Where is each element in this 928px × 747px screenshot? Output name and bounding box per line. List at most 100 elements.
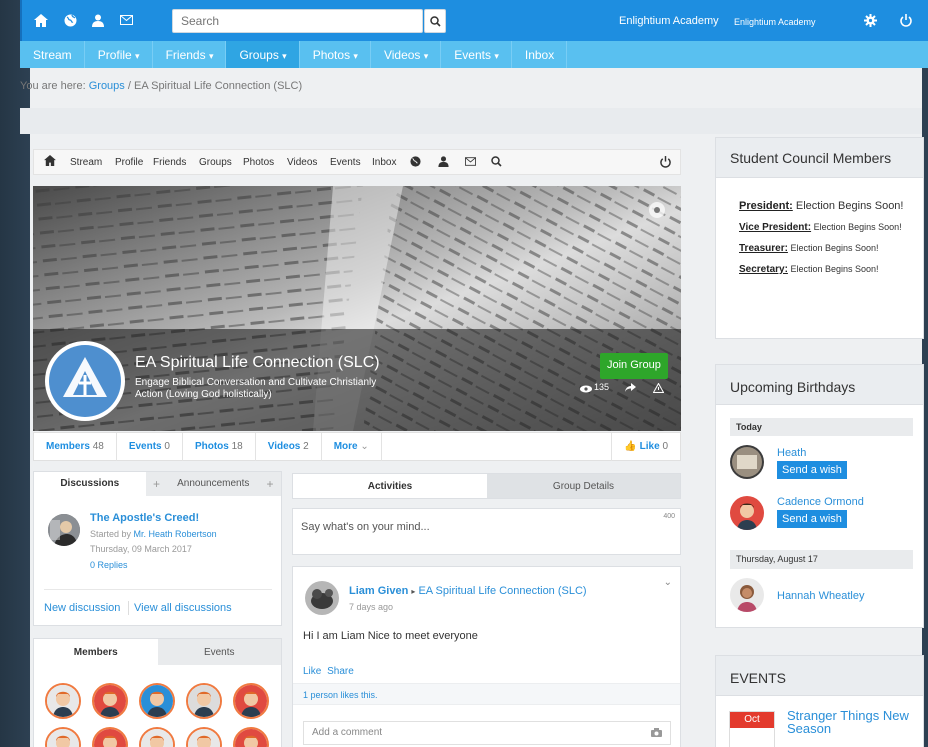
subnav-profile[interactable]: Profile xyxy=(115,157,143,168)
member-avatar[interactable] xyxy=(139,683,175,719)
report-icon[interactable] xyxy=(653,383,664,393)
post-share-link[interactable]: Share xyxy=(327,666,354,677)
member-avatar[interactable] xyxy=(186,683,222,719)
new-discussion-link[interactable]: New discussion xyxy=(44,602,120,614)
user-icon[interactable] xyxy=(88,10,108,30)
tab-photos[interactable]: Photos 18 xyxy=(183,433,256,461)
like-group-button[interactable]: 👍 Like 0 xyxy=(611,433,680,461)
tab-members-list[interactable]: Members xyxy=(34,639,158,665)
tab-discussions[interactable]: Discussions xyxy=(34,472,146,496)
council-row-treasurer: Treasurer: Election Begins Soon! xyxy=(739,243,879,254)
globe-icon[interactable] xyxy=(410,156,421,167)
member-avatar[interactable] xyxy=(233,727,269,747)
status-composer[interactable]: Say what's on your mind... 400 xyxy=(292,508,681,555)
user-name-small-link[interactable]: Enlightium Academy xyxy=(734,17,816,27)
student-council-panel: Student Council Members President: Elect… xyxy=(715,137,924,339)
cover-settings-icon[interactable] xyxy=(648,201,666,219)
member-avatar[interactable] xyxy=(45,683,81,719)
breadcrumb-groups-link[interactable]: Groups xyxy=(89,80,125,92)
member-avatar[interactable] xyxy=(92,683,128,719)
view-count: 135 xyxy=(594,382,610,392)
subnav-groups[interactable]: Groups xyxy=(199,157,232,168)
post-target-link[interactable]: EA Spiritual Life Connection (SLC) xyxy=(418,585,586,597)
mail-icon[interactable] xyxy=(465,157,476,166)
subnav-videos[interactable]: Videos xyxy=(287,157,317,168)
event-title-link[interactable]: Stranger Things New Season xyxy=(787,709,912,735)
discussion-author-link[interactable]: Mr. Heath Robertson xyxy=(134,529,217,539)
send-wish-button[interactable]: Send a wish xyxy=(777,510,847,528)
tab-videos[interactable]: Videos 2 xyxy=(256,433,322,461)
search-icon[interactable] xyxy=(491,156,502,167)
subnav-events[interactable]: Events xyxy=(330,157,361,168)
search-input[interactable] xyxy=(172,9,423,33)
member-avatar[interactable] xyxy=(186,727,222,747)
breadcrumb-prefix: You are here: xyxy=(20,80,86,92)
member-avatar[interactable] xyxy=(92,727,128,747)
home-icon[interactable] xyxy=(44,155,56,166)
today-label: Today xyxy=(730,418,913,436)
nav-friends[interactable]: Friends ▾ xyxy=(153,41,227,68)
chevron-down-icon[interactable]: ⌄ xyxy=(664,577,672,588)
comment-input[interactable]: Add a comment xyxy=(303,721,671,745)
tab-members[interactable]: Members 48 xyxy=(34,433,117,461)
avatar[interactable] xyxy=(730,445,764,479)
top-bar: Enlightium Academy Enlightium Academy xyxy=(20,0,928,41)
birthday-person-link[interactable]: Hannah Wheatley xyxy=(777,590,864,602)
tab-member-events[interactable]: Events xyxy=(158,639,282,665)
group-name: EA Spiritual Life Connection (SLC) xyxy=(135,354,380,371)
post-likes-summary[interactable]: 1 person likes this. xyxy=(303,690,378,700)
nav-photos[interactable]: Photos ▾ xyxy=(300,41,371,68)
member-avatar[interactable] xyxy=(233,683,269,719)
camera-icon[interactable] xyxy=(651,728,662,737)
council-row-secretary: Secretary: Election Begins Soon! xyxy=(739,264,879,275)
subnav-stream[interactable]: Stream xyxy=(70,157,102,168)
view-all-discussions-link[interactable]: View all discussions xyxy=(134,602,232,614)
discussion-replies-link[interactable]: 0 Replies xyxy=(90,560,128,570)
group-avatar[interactable] xyxy=(45,341,125,421)
mail-icon[interactable] xyxy=(116,10,136,30)
user-icon[interactable] xyxy=(438,156,449,167)
post-like-link[interactable]: Like xyxy=(303,666,321,677)
avatar[interactable] xyxy=(305,581,339,615)
tab-announcements[interactable]: Announcements xyxy=(167,472,259,496)
send-wish-button[interactable]: Send a wish xyxy=(777,461,847,479)
search-icon[interactable] xyxy=(424,9,446,33)
tab-group-details[interactable]: Group Details xyxy=(487,474,680,498)
user-name-link[interactable]: Enlightium Academy xyxy=(619,15,719,27)
eye-icon xyxy=(580,385,592,393)
add-discussion-button[interactable]: + xyxy=(146,472,168,496)
post-header: Liam Given ▸ EA Spiritual Life Connectio… xyxy=(349,585,587,597)
tab-events[interactable]: Events 0 xyxy=(117,433,183,461)
birthday-person-link[interactable]: Heath xyxy=(777,447,847,459)
nav-inbox[interactable]: Inbox xyxy=(512,41,568,68)
nav-stream[interactable]: Stream xyxy=(20,41,85,68)
gear-icon[interactable] xyxy=(860,10,880,30)
home-icon[interactable] xyxy=(31,10,51,30)
nav-events[interactable]: Events ▾ xyxy=(441,41,512,68)
subnav-photos[interactable]: Photos xyxy=(243,157,274,168)
event-date-badge: Oct xyxy=(729,711,775,747)
tab-more[interactable]: More ⌄ xyxy=(322,433,382,461)
birthday-person-link[interactable]: Cadence Ormond xyxy=(777,496,864,508)
globe-icon[interactable] xyxy=(60,10,80,30)
subnav-inbox[interactable]: Inbox xyxy=(372,157,396,168)
join-group-button[interactable]: Join Group xyxy=(600,353,668,379)
share-icon[interactable] xyxy=(625,383,636,393)
avatar[interactable] xyxy=(730,578,764,612)
divider xyxy=(44,589,272,590)
avatar[interactable] xyxy=(730,496,764,530)
add-announcement-button[interactable]: + xyxy=(259,472,281,496)
power-icon[interactable] xyxy=(896,10,916,30)
member-avatar[interactable] xyxy=(139,727,175,747)
discussion-title[interactable]: The Apostle's Creed! xyxy=(90,512,199,524)
post-author-link[interactable]: Liam Given xyxy=(349,585,408,597)
tab-activities[interactable]: Activities xyxy=(293,474,487,498)
nav-groups[interactable]: Groups ▾ xyxy=(226,41,300,68)
nav-profile[interactable]: Profile ▾ xyxy=(85,41,153,68)
member-avatar[interactable] xyxy=(45,727,81,747)
power-icon[interactable] xyxy=(660,156,671,168)
composer-placeholder: Say what's on your mind... xyxy=(301,521,430,533)
nav-videos[interactable]: Videos ▾ xyxy=(371,41,442,68)
avatar[interactable] xyxy=(48,514,80,546)
subnav-friends[interactable]: Friends xyxy=(153,157,186,168)
